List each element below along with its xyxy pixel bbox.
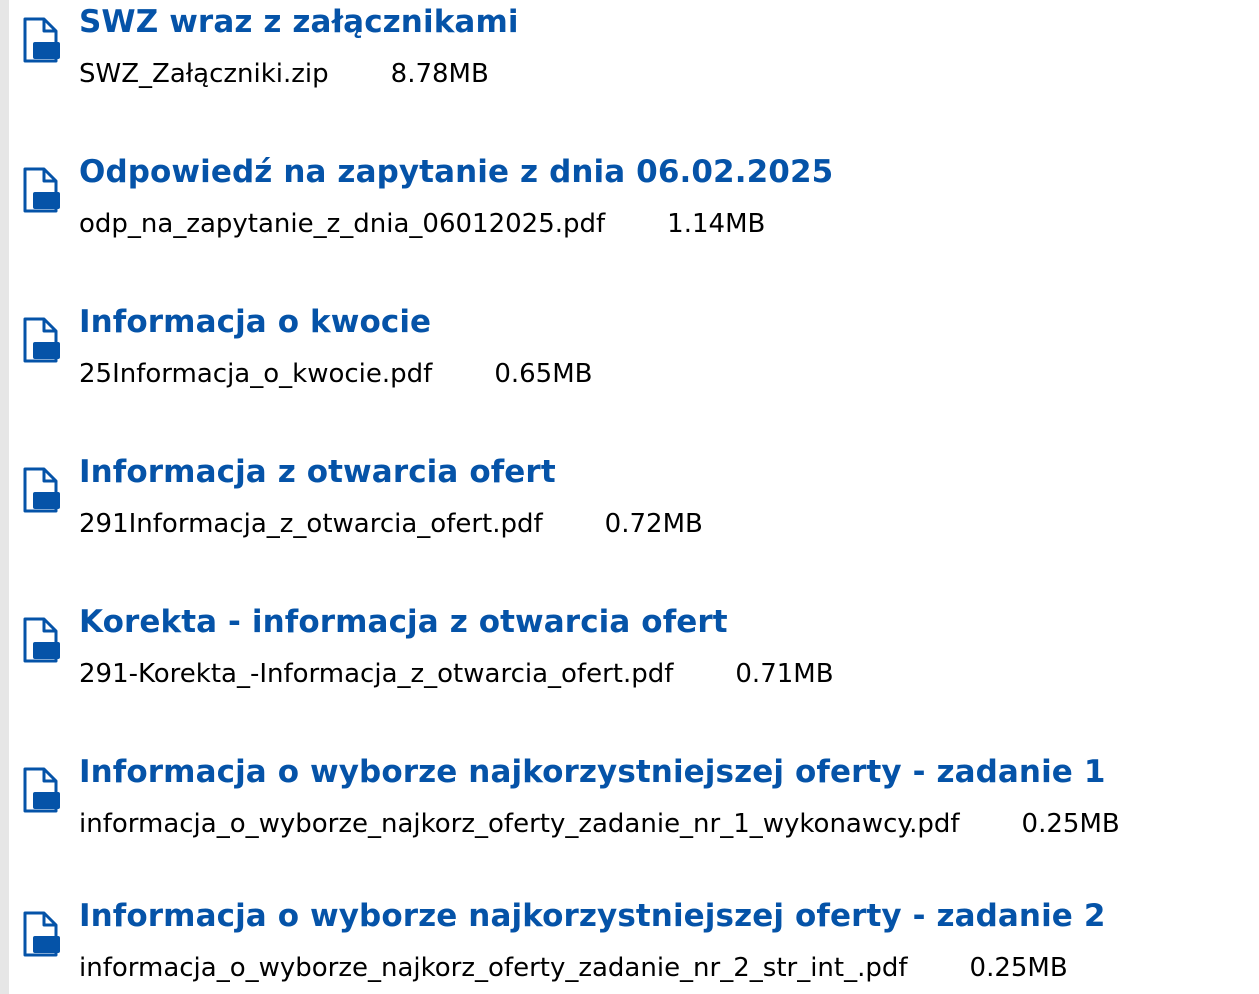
attachment-list: SWZ wraz z załącznikami SWZ_Załączniki.z… [0,0,1259,994]
attachment-title-link[interactable]: Informacja o wyborze najkorzystniejszej … [79,750,1106,794]
file-size: 0.65MB [494,359,593,389]
file-name-link[interactable]: informacja_o_wyborze_najkorz_oferty_zada… [79,809,960,839]
attachment-item: Odpowiedź na zapytanie z dnia 06.02.2025… [0,150,1259,250]
file-info: 291-Korekta_-Informacja_z_otwarcia_ofert… [79,652,834,696]
attachment-title-link[interactable]: Korekta - informacja z otwarcia ofert [79,600,728,644]
attachment-item: SWZ wraz z załącznikami SWZ_Załączniki.z… [0,0,1259,100]
file-name-link[interactable]: 291Informacja_z_otwarcia_ofert.pdf [79,509,543,539]
document-icon[interactable] [22,616,60,664]
file-name-link[interactable]: SWZ_Załączniki.zip [79,59,329,89]
attachment-title-link[interactable]: Informacja o kwocie [79,300,431,344]
document-icon[interactable] [22,316,60,364]
file-info: 25Informacja_o_kwocie.pdf 0.65MB [79,352,592,396]
attachment-item: Korekta - informacja z otwarcia ofert 29… [0,600,1259,700]
file-info: SWZ_Załączniki.zip 8.78MB [79,52,489,96]
file-name-link[interactable]: 25Informacja_o_kwocie.pdf [79,359,432,389]
file-info: odp_na_zapytanie_z_dnia_06012025.pdf 1.14… [79,202,765,246]
file-size: 0.71MB [735,659,834,689]
attachment-title-link[interactable]: SWZ wraz z załącznikami [79,0,519,44]
file-info: informacja_o_wyborze_najkorz_oferty_zada… [79,802,1120,846]
file-size: 0.25MB [1021,809,1120,839]
file-size: 0.25MB [969,953,1068,983]
document-icon[interactable] [22,166,60,214]
file-size: 8.78MB [390,59,489,89]
attachment-title-link[interactable]: Odpowiedź na zapytanie z dnia 06.02.2025 [79,150,833,194]
attachment-item: Informacja z otwarcia ofert 291Informacj… [0,450,1259,550]
attachment-item: Informacja o wyborze najkorzystniejszej … [0,750,1259,850]
file-info: 291Informacja_z_otwarcia_ofert.pdf 0.72MB [79,502,703,546]
file-name-link[interactable]: odp_na_zapytanie_z_dnia_06012025.pdf [79,209,605,239]
attachment-title-link[interactable]: Informacja o wyborze najkorzystniejszej … [79,894,1106,938]
document-icon[interactable] [22,466,60,514]
file-size: 0.72MB [604,509,703,539]
document-icon[interactable] [22,910,60,958]
attachment-item: Informacja o kwocie 25Informacja_o_kwoci… [0,300,1259,400]
file-info: informacja_o_wyborze_najkorz_oferty_zada… [79,946,1068,990]
document-icon[interactable] [22,16,60,64]
file-size: 1.14MB [667,209,766,239]
file-name-link[interactable]: informacja_o_wyborze_najkorz_oferty_zada… [79,953,908,983]
file-name-link[interactable]: 291-Korekta_-Informacja_z_otwarcia_ofert… [79,659,673,689]
attachment-item: Informacja o wyborze najkorzystniejszej … [0,894,1259,994]
document-icon[interactable] [22,766,60,814]
attachment-title-link[interactable]: Informacja z otwarcia ofert [79,450,556,494]
